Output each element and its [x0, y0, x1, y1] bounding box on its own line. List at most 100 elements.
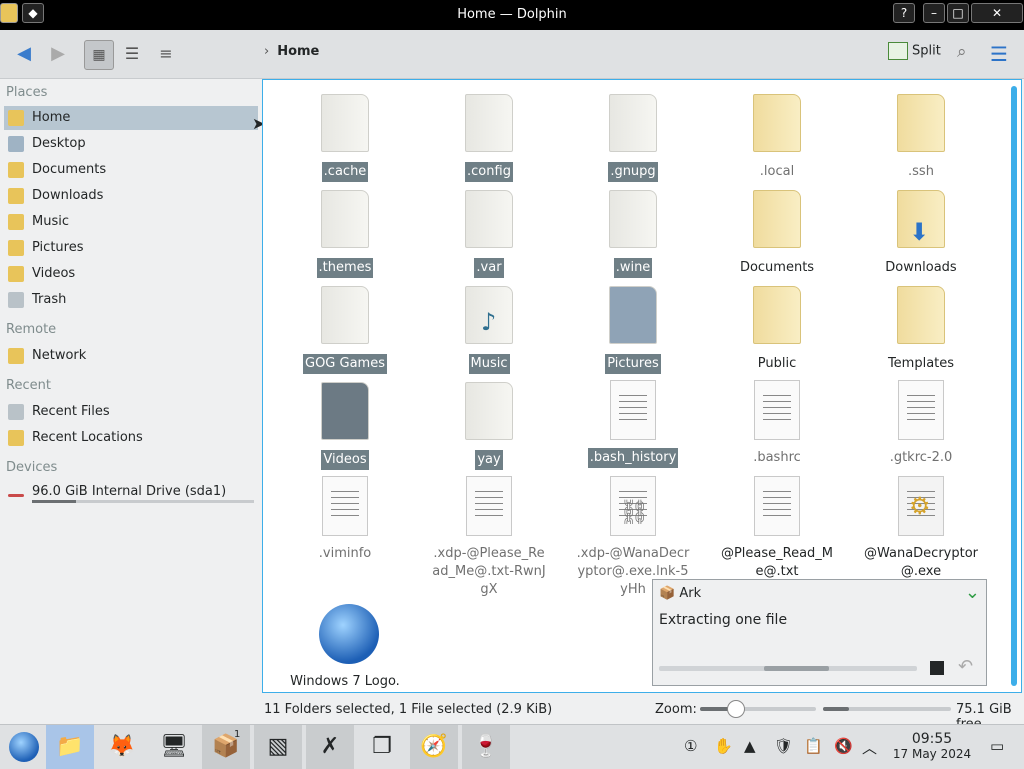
- file-item[interactable]: .config: [429, 90, 549, 182]
- file-item[interactable]: .themes: [285, 186, 405, 278]
- search-icon[interactable]: ⌕: [957, 42, 967, 62]
- forward-arrow-icon[interactable]: ▶: [44, 40, 72, 68]
- firefox-icon[interactable]: 🦊: [98, 725, 146, 769]
- collapse-chevron-icon[interactable]: ⌄: [965, 582, 980, 603]
- file-item[interactable]: ⬇ Downloads: [861, 186, 981, 278]
- sidebar-item-recent-files[interactable]: Recent Files: [4, 400, 258, 424]
- file-item[interactable]: .wine: [573, 186, 693, 278]
- file-item[interactable]: ⚙ @WanaDecryptor@.exe: [861, 474, 981, 582]
- folder-icon: [321, 286, 369, 344]
- file-item[interactable]: Pictures: [573, 282, 693, 374]
- vault-icon[interactable]: 🛡: [774, 737, 793, 755]
- file-item[interactable]: .var: [429, 186, 549, 278]
- toolbar: ◀ ▶ ▦ ☰ ≡ › Home Split ⌕ ☰: [0, 30, 1024, 79]
- network-status-icon[interactable]: ▲: [744, 737, 756, 755]
- maximize-button[interactable]: □: [947, 3, 969, 23]
- icons-view-icon[interactable]: ▦: [84, 40, 114, 70]
- recent-locations-icon: [8, 429, 24, 446]
- zoom-slider[interactable]: [700, 700, 816, 718]
- file-item[interactable]: .viminfo: [285, 474, 405, 564]
- places-panel: Places Home Desktop Documents Downloads …: [0, 79, 260, 693]
- file-label: Documents: [739, 260, 815, 275]
- chevron-up-icon[interactable]: ︿: [862, 737, 877, 758]
- clipboard-icon[interactable]: 📋: [804, 737, 823, 755]
- sidebar-item-downloads[interactable]: Downloads: [4, 184, 258, 208]
- hamburger-menu-icon[interactable]: ☰: [990, 42, 1008, 66]
- zoom-slider-handle[interactable]: [726, 700, 745, 718]
- sidebar-item-pictures[interactable]: Pictures: [4, 236, 258, 260]
- file-item[interactable]: @Please_Read_Me@.txt: [717, 474, 837, 582]
- sidebar-item-music[interactable]: Music: [4, 210, 258, 234]
- sidebar-item-label: 96.0 GiB Internal Drive (sda1): [32, 484, 227, 499]
- file-item[interactable]: .bashrc: [717, 378, 837, 468]
- vertical-scrollbar[interactable]: [1011, 86, 1017, 686]
- breadcrumb-home[interactable]: Home: [277, 44, 319, 59]
- sidebar-item-recent-locations[interactable]: Recent Locations: [4, 426, 258, 450]
- selection-status: 11 Folders selected, 1 File selected (2.…: [264, 702, 553, 717]
- back-arrow-icon[interactable]: ◀: [10, 40, 38, 68]
- show-desktop-icon[interactable]: ▭: [990, 737, 1004, 755]
- split-button[interactable]: Split: [888, 42, 941, 60]
- office-icon[interactable]: ▧: [254, 725, 302, 769]
- help-button[interactable]: ?: [893, 3, 915, 23]
- file-item[interactable]: yay: [429, 378, 549, 470]
- breadcrumb[interactable]: › Home: [264, 44, 319, 59]
- sidebar-item-trash[interactable]: Trash: [4, 288, 258, 312]
- notification-count-icon[interactable]: ①: [684, 737, 697, 755]
- undo-icon[interactable]: ↶: [958, 656, 973, 677]
- file-item[interactable]: .bash_history: [573, 378, 693, 468]
- file-item[interactable]: Public: [717, 282, 837, 374]
- dolphin-taskbar-icon[interactable]: 📁: [46, 725, 94, 769]
- system-settings-icon[interactable]: 🖥: [150, 725, 198, 769]
- file-item[interactable]: .gnupg: [573, 90, 693, 182]
- compact-view-icon[interactable]: ☰: [118, 40, 146, 68]
- sidebar-item-desktop[interactable]: Desktop: [4, 132, 258, 156]
- sidebar-item-label: Home: [32, 110, 71, 125]
- file-item[interactable]: .xdp-@Please_Read_Me@.txt-RwnJgX: [429, 474, 549, 600]
- ark-progress-bar: [659, 666, 917, 671]
- compass-icon[interactable]: 🧭: [410, 725, 458, 769]
- file-item[interactable]: Windows 7 Logo.: [285, 602, 405, 692]
- stop-icon[interactable]: [930, 661, 944, 675]
- clock-time: 09:55: [911, 731, 953, 747]
- wine-icon[interactable]: 🍷: [462, 725, 510, 769]
- close-button[interactable]: ✕: [971, 3, 1023, 23]
- file-label: .wine: [613, 258, 653, 278]
- sidebar-item-videos[interactable]: Videos: [4, 262, 258, 286]
- sidebar-item-network[interactable]: Network: [4, 344, 258, 368]
- hard-drive-icon: [8, 493, 24, 497]
- text-file-icon: [466, 476, 512, 536]
- ark-taskbar-icon[interactable]: 📦 1: [202, 725, 250, 769]
- split-label: Split: [912, 43, 941, 59]
- trash-icon: [8, 291, 24, 308]
- x-icon[interactable]: ✗: [306, 725, 354, 769]
- file-item[interactable]: Templates: [861, 282, 981, 374]
- file-item[interactable]: .cache: [285, 90, 405, 182]
- file-item[interactable]: .local: [717, 90, 837, 182]
- details-view-icon[interactable]: ≡: [152, 40, 180, 68]
- file-label: .gnupg: [608, 162, 658, 182]
- status-bar: 11 Folders selected, 1 File selected (2.…: [0, 694, 1024, 732]
- ark-progress-popup: 📦 Ark ⌄ Extracting one file ↶: [652, 579, 987, 686]
- minimize-button[interactable]: –: [923, 3, 945, 23]
- file-item[interactable]: GOG Games: [285, 282, 405, 374]
- start-menu-icon[interactable]: [0, 725, 48, 769]
- gesture-icon[interactable]: ✋: [714, 737, 733, 755]
- sidebar-item-label: Music: [32, 214, 69, 229]
- windows-overview-icon[interactable]: ❐: [358, 725, 406, 769]
- sidebar-item-label: Pictures: [32, 240, 84, 255]
- downloads-folder-icon: [8, 187, 24, 204]
- clock[interactable]: 09:55 17 May 2024: [892, 731, 972, 761]
- file-item[interactable]: .gtkrc-2.0: [861, 378, 981, 468]
- network-folder-icon: [8, 347, 24, 364]
- file-item[interactable]: Videos: [285, 378, 405, 470]
- file-label: Public: [757, 356, 797, 371]
- text-file-icon: [322, 476, 368, 536]
- file-item[interactable]: .ssh: [861, 90, 981, 182]
- file-item[interactable]: ♪ Music: [429, 282, 549, 374]
- sidebar-item-home[interactable]: Home: [4, 106, 258, 130]
- volume-muted-icon[interactable]: 🔇: [834, 737, 853, 755]
- file-item[interactable]: Documents: [717, 186, 837, 278]
- window-title: Home — Dolphin: [457, 7, 567, 22]
- sidebar-item-documents[interactable]: Documents: [4, 158, 258, 182]
